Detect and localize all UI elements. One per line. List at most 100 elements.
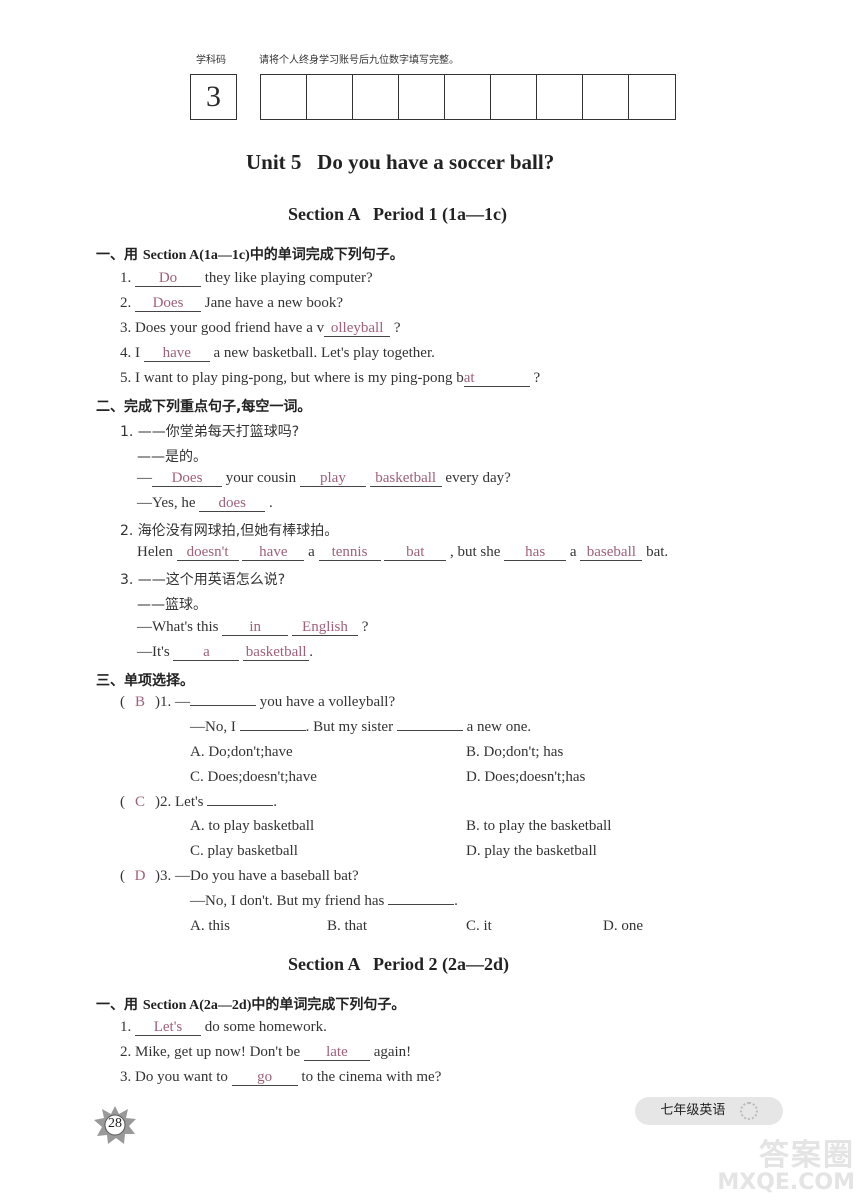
mc-question-3: (D)3. —Do you have a baseball bat? bbox=[120, 868, 359, 885]
question-text: you have a volleyball? bbox=[256, 694, 396, 710]
account-digit-cell[interactable] bbox=[399, 75, 445, 119]
question-text: . bbox=[265, 495, 273, 511]
answer-blank[interactable] bbox=[388, 904, 455, 905]
answer-blank[interactable]: English bbox=[291, 619, 358, 636]
mc-option[interactable]: C. Does;doesn't;have bbox=[190, 769, 317, 786]
answer-blank[interactable]: has bbox=[504, 544, 567, 561]
question-text: every day? bbox=[441, 470, 511, 486]
answer-blank[interactable]: have bbox=[242, 544, 305, 561]
mc-option[interactable]: B. that bbox=[327, 918, 367, 935]
translation-prompt-1b: ——是的。 bbox=[137, 449, 207, 465]
mc-option[interactable]: A. Do;don't;have bbox=[190, 744, 293, 761]
account-digit-cell[interactable] bbox=[537, 75, 583, 119]
question-text: —No, I bbox=[190, 719, 240, 735]
question-text: —Yes, he bbox=[137, 495, 200, 511]
answer-blank[interactable]: does bbox=[199, 495, 266, 512]
mc-option[interactable]: B. to play the basketball bbox=[466, 818, 611, 835]
answer-blank[interactable]: doesn't bbox=[176, 544, 239, 561]
answer-blank[interactable]: late bbox=[303, 1044, 370, 1061]
translation-answer-3a: —What's this in English ? bbox=[137, 619, 368, 636]
heading-prefix: 一、用 bbox=[96, 997, 143, 1013]
answer-blank[interactable]: tennis bbox=[318, 544, 381, 561]
answer-blank[interactable]: Do bbox=[135, 270, 201, 287]
fill-question-p2-1: 1. Let's do some homework. bbox=[120, 1019, 327, 1036]
page-number: 28 bbox=[108, 1116, 122, 1131]
question-text: 3. Do you want to bbox=[120, 1069, 232, 1085]
mc-answer[interactable]: D bbox=[125, 868, 155, 885]
mc-option[interactable]: C. play basketball bbox=[190, 843, 298, 860]
question-text: a new one. bbox=[462, 719, 532, 735]
mc-option[interactable]: B. Do;don't; has bbox=[466, 744, 563, 761]
question-text: 3. Does your good friend have a v bbox=[120, 320, 325, 336]
question-text: ? bbox=[357, 619, 369, 635]
account-digit-cell[interactable] bbox=[353, 75, 399, 119]
subject-code-label: 学科码 bbox=[196, 55, 226, 66]
answer-blank[interactable]: a bbox=[173, 644, 240, 661]
mc-question-1: (B)1. — you have a volleyball? bbox=[120, 694, 396, 711]
part1-heading-period-2: 一、用 Section A(2a—2d)中的单词完成下列句子。 bbox=[96, 994, 405, 1014]
mc-option[interactable]: A. this bbox=[190, 918, 230, 935]
question-text: —What's this bbox=[137, 619, 223, 635]
account-digit-cell[interactable] bbox=[261, 75, 307, 119]
account-digit-cell[interactable] bbox=[445, 75, 491, 119]
mc-answer[interactable]: C bbox=[125, 794, 155, 811]
mc-option[interactable]: D. play the basketball bbox=[466, 843, 597, 860]
translation-answer-2: Helen doesn't have a tennis bat , but sh… bbox=[137, 544, 668, 561]
answer-blank[interactable]: basketball bbox=[369, 470, 442, 487]
question-text: a bbox=[304, 544, 319, 560]
book-tag: 七年级英语 bbox=[635, 1097, 783, 1125]
mc-question-2: (C)2. Let's . bbox=[120, 794, 278, 811]
account-digit-cell[interactable] bbox=[491, 75, 537, 119]
fill-question-5: 5. I want to play ping-pong, but where i… bbox=[120, 370, 540, 387]
heading-prefix: 一、用 bbox=[96, 247, 143, 263]
translation-answer-1b: —Yes, he does . bbox=[137, 495, 273, 512]
watermark-logo: 答案圈 bbox=[759, 1138, 855, 1173]
answer-blank[interactable]: have bbox=[143, 345, 210, 362]
section-title-period-2: Section A Period 2 (2a—2d) bbox=[288, 954, 509, 974]
answer-blank[interactable] bbox=[239, 730, 306, 731]
question-text: your cousin bbox=[222, 470, 300, 486]
answer-blank[interactable]: Does bbox=[135, 295, 201, 312]
heading-bold: Section A(2a—2d) bbox=[142, 998, 252, 1013]
question-text: )3. —Do you have a baseball bat? bbox=[155, 868, 359, 884]
answer-blank[interactable] bbox=[396, 730, 463, 731]
question-text: 5. I want to play ping-pong, but where i… bbox=[120, 370, 464, 386]
question-text: . bbox=[273, 794, 278, 810]
heading-suffix: 中的单词完成下列句子。 bbox=[251, 997, 406, 1013]
account-digit-cell[interactable] bbox=[307, 75, 353, 119]
unit-title: Unit 5 Do you have a soccer ball? bbox=[246, 150, 555, 174]
answer-blank[interactable] bbox=[190, 705, 256, 706]
answer-blank[interactable]: bat bbox=[384, 544, 447, 561]
question-number: 4. I bbox=[120, 345, 144, 361]
question-text: 2. Mike, get up now! Don't be bbox=[120, 1044, 304, 1060]
account-digit-cell[interactable] bbox=[583, 75, 629, 119]
mc-option[interactable]: D. one bbox=[603, 918, 643, 935]
answer-blank[interactable]: basketball bbox=[243, 644, 310, 661]
heading-bold: Section A(1a—1c) bbox=[142, 248, 250, 263]
translation-prompt-1a: 1. ——你堂弟每天打篮球吗? bbox=[120, 424, 300, 440]
mc-answer[interactable]: B bbox=[125, 694, 155, 711]
answer-blank[interactable]: at bbox=[463, 370, 530, 387]
mc-option[interactable]: C. it bbox=[466, 918, 492, 935]
answer-blank[interactable]: Does bbox=[152, 470, 222, 487]
account-digit-cell[interactable] bbox=[629, 75, 675, 119]
answer-blank[interactable]: olleyball bbox=[324, 320, 391, 337]
mc-option[interactable]: A. to play basketball bbox=[190, 818, 314, 835]
question-text: ? bbox=[390, 320, 401, 336]
answer-blank[interactable]: go bbox=[231, 1069, 298, 1086]
question-text: —It's bbox=[137, 644, 174, 660]
answer-blank[interactable]: Let's bbox=[135, 1019, 201, 1036]
page-number-badge: 28 bbox=[93, 1105, 137, 1145]
account-number-grid bbox=[260, 74, 676, 120]
mc-option[interactable]: D. Does;doesn't;has bbox=[466, 769, 585, 786]
answer-blank[interactable] bbox=[207, 805, 274, 806]
part1-heading: 一、用 Section A(1a—1c)中的单词完成下列句子。 bbox=[96, 244, 404, 264]
question-text: a new basketball. Let's play together. bbox=[209, 345, 435, 361]
answer-blank[interactable]: baseball bbox=[580, 544, 643, 561]
translation-answer-1a: — Does your cousin play basketball every … bbox=[137, 470, 511, 487]
translation-prompt-3a: 3. ——这个用英语怎么说? bbox=[120, 572, 286, 588]
answer-blank[interactable]: play bbox=[299, 470, 366, 487]
question-text: they like playing computer? bbox=[201, 270, 373, 286]
part2-heading: 二、完成下列重点句子,每空一词。 bbox=[96, 399, 312, 415]
answer-blank[interactable]: in bbox=[222, 619, 289, 636]
